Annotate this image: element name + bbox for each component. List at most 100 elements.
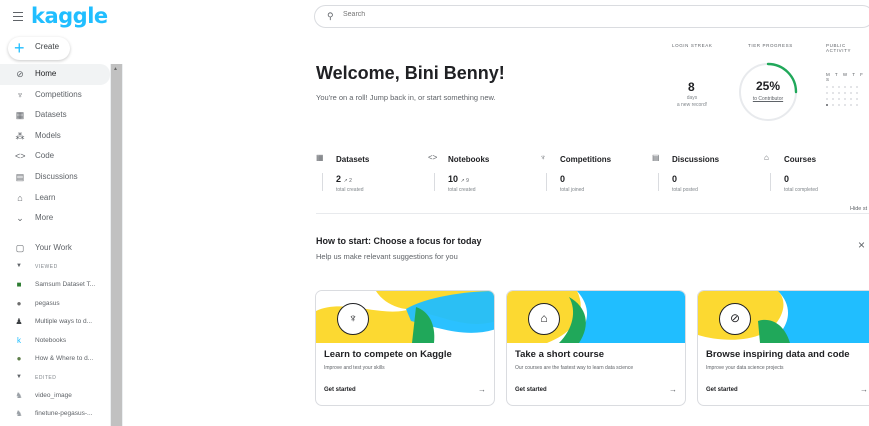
sidebar-scrollbar-thumb[interactable] — [111, 64, 122, 426]
stat-value: 0 — [672, 174, 677, 184]
table-icon: ▦ — [15, 110, 25, 121]
competitions-icon: ♆ — [540, 153, 546, 162]
stat-number: 0 — [784, 174, 790, 184]
sidebar-item-video-image[interactable]: ♞ video_image — [0, 387, 110, 406]
discussions-icon: ▤ — [15, 171, 25, 182]
notebook-thumb-icon: ● — [16, 354, 22, 364]
login-streak-detail: days a new record! — [672, 95, 712, 109]
hamburger-menu-icon[interactable] — [13, 12, 23, 21]
get-started-link[interactable]: Get started — [324, 387, 356, 393]
stat-label: Notebooks — [448, 155, 490, 164]
notebook-avatar-icon: ♞ — [15, 409, 23, 419]
sidebar-item-finetune-pegasus[interactable]: ♞ finetune-pegasus-... — [0, 405, 110, 424]
stat-divider — [658, 173, 659, 191]
sidebar-item-more[interactable]: ⌄ More — [0, 208, 110, 229]
stat-divider — [434, 173, 435, 191]
card-description: Improve and test your skills — [324, 365, 385, 371]
sidebar-item-samsum-dataset-t[interactable]: ■ Samsum Dataset T... — [0, 276, 110, 295]
sidebar-item-competitions[interactable]: ♆ Competitions — [0, 85, 110, 106]
sidebar-item-notebooks[interactable]: k Notebooks — [0, 332, 110, 351]
sidebar-item-label: Samsum Dataset T... — [35, 281, 96, 289]
sidebar-item-datasets[interactable]: ▦ Datasets — [0, 105, 110, 126]
trophy-icon: ♆ — [337, 303, 369, 335]
focus-card-browse-inspiring-data-and-code[interactable]: ⊘ Browse inspiring data and code Improve y… — [697, 290, 869, 406]
focus-card-take-a-short-course[interactable]: ⌂ Take a short course Our courses are the … — [506, 290, 686, 406]
sidebar-section-edited[interactable]: ▼ EDITED — [0, 369, 110, 387]
sidebar-item-label: Models — [35, 130, 61, 140]
welcome-subtitle: You're on a roll! Jump back in, or start… — [316, 93, 496, 102]
sidebar-item-how-where-to-d[interactable]: ● How & Where to d... — [0, 350, 110, 369]
compass-icon: ⊘ — [719, 303, 751, 335]
arrow-right-icon[interactable]: → — [860, 385, 868, 394]
login-streak-note: a new record! — [676, 102, 708, 108]
sidebar-item-pegasus[interactable]: ● pegasus — [0, 295, 110, 314]
mortarboard-icon: ⌂ — [17, 192, 23, 203]
sidebar-item-label: video_image — [35, 391, 72, 399]
sidebar-item-label: Multiple ways to d... — [35, 318, 93, 326]
sidebar-section-label: VIEWED — [35, 264, 58, 271]
welcome-title: Welcome, Bini Benny! — [316, 63, 505, 83]
stat-delta: ↗ 9 — [460, 178, 469, 184]
model-thumb-icon: ● — [16, 298, 22, 308]
get-started-link[interactable]: Get started — [515, 387, 547, 393]
search-input[interactable] — [343, 11, 543, 18]
focus-card-learn-to-compete-on-kaggle[interactable]: ♆ Learn to compete on Kaggle Improve and t… — [315, 290, 495, 406]
stat-divider — [546, 173, 547, 191]
sidebar-item-label: How & Where to d... — [35, 355, 94, 363]
get-started-link[interactable]: Get started — [706, 387, 738, 393]
stat-divider — [770, 173, 771, 191]
close-icon[interactable]: × — [858, 238, 865, 252]
stat-label: Competitions — [560, 155, 612, 164]
sidebar-item-discussions[interactable]: ▤ Discussions — [0, 167, 110, 188]
sidebar-item-learn[interactable]: ⌂ Learn — [0, 188, 110, 209]
sidebar-item-label: Learn — [35, 192, 56, 202]
card-title: Learn to compete on Kaggle — [324, 349, 452, 360]
sidebar-item-home[interactable]: ⊘ Home — [0, 64, 110, 85]
search-icon: ⚲ — [327, 11, 334, 21]
chevron-down-icon: ▼ — [16, 373, 22, 380]
stat-delta: ↗ 2 — [343, 178, 352, 184]
sidebar-section-viewed[interactable]: ▼ VIEWED — [0, 258, 110, 276]
sidebar-item-label: Competitions — [35, 89, 82, 99]
dataset-thumb-icon: ■ — [16, 280, 22, 290]
stat-number: 0 — [560, 174, 566, 184]
brand-bar: kaggle — [0, 0, 124, 36]
stat-sublabel: total joined — [560, 187, 585, 193]
kaggle-k-icon: k — [17, 335, 21, 345]
sidebar-item-your-work[interactable]: ▢ Your Work — [0, 238, 110, 259]
stat-value: 2 ↗ 2 — [336, 174, 352, 184]
sidebar: kaggle + Create ⊘ Home ♆ Competitions ▦ Datas… — [0, 0, 124, 426]
scroll-up-arrow-icon[interactable]: ▲ — [113, 66, 118, 72]
stat-number: 10 — [448, 174, 459, 184]
stat-value: 10 ↗ 9 — [448, 174, 469, 184]
arrow-right-icon[interactable]: → — [669, 385, 677, 394]
mortarboard-icon: ⌂ — [528, 303, 560, 335]
section-divider — [316, 213, 869, 214]
sidebar-item-label: Home — [35, 69, 57, 78]
activity-days-label: M T W T F S — [826, 72, 865, 82]
datasets-icon: ▦ — [316, 153, 324, 162]
arrow-right-icon[interactable]: → — [478, 385, 486, 394]
public-activity-header: PUBLIC ACTIVITY — [826, 43, 852, 53]
sidebar-item-label: Notebooks — [35, 336, 67, 344]
hide-stats-link[interactable]: Hide st — [850, 206, 867, 212]
search-bar[interactable]: ⚲ — [314, 5, 869, 28]
kaggle-logo[interactable]: kaggle — [31, 4, 108, 28]
notebook-avatar-icon: ♞ — [15, 390, 23, 400]
tier-progress-link[interactable]: to Contributor — [737, 96, 799, 102]
stat-label: Datasets — [336, 155, 370, 164]
card-description: Our courses are the fastest way to learn… — [515, 365, 634, 371]
sidebar-item-multiple-ways-to-d[interactable]: ♟ Multiple ways to d... — [0, 313, 110, 332]
tier-progress-header: TIER PROGRESS — [748, 43, 793, 48]
plus-icon: + — [14, 38, 25, 58]
sidebar-item-code[interactable]: <> Code — [0, 146, 110, 167]
stat-sublabel: total created — [336, 187, 364, 193]
card-description: Improve your data science projects — [706, 365, 784, 371]
notebooks-icon: <> — [428, 153, 438, 162]
create-button[interactable]: + Create — [8, 37, 70, 60]
login-streak-unit: days — [686, 95, 698, 101]
sidebar-item-models[interactable]: ⁂ Models — [0, 126, 110, 147]
sidebar-item-label: pegasus — [35, 299, 60, 307]
stat-number: 0 — [672, 174, 678, 184]
stat-sublabel: total posted — [672, 187, 698, 193]
